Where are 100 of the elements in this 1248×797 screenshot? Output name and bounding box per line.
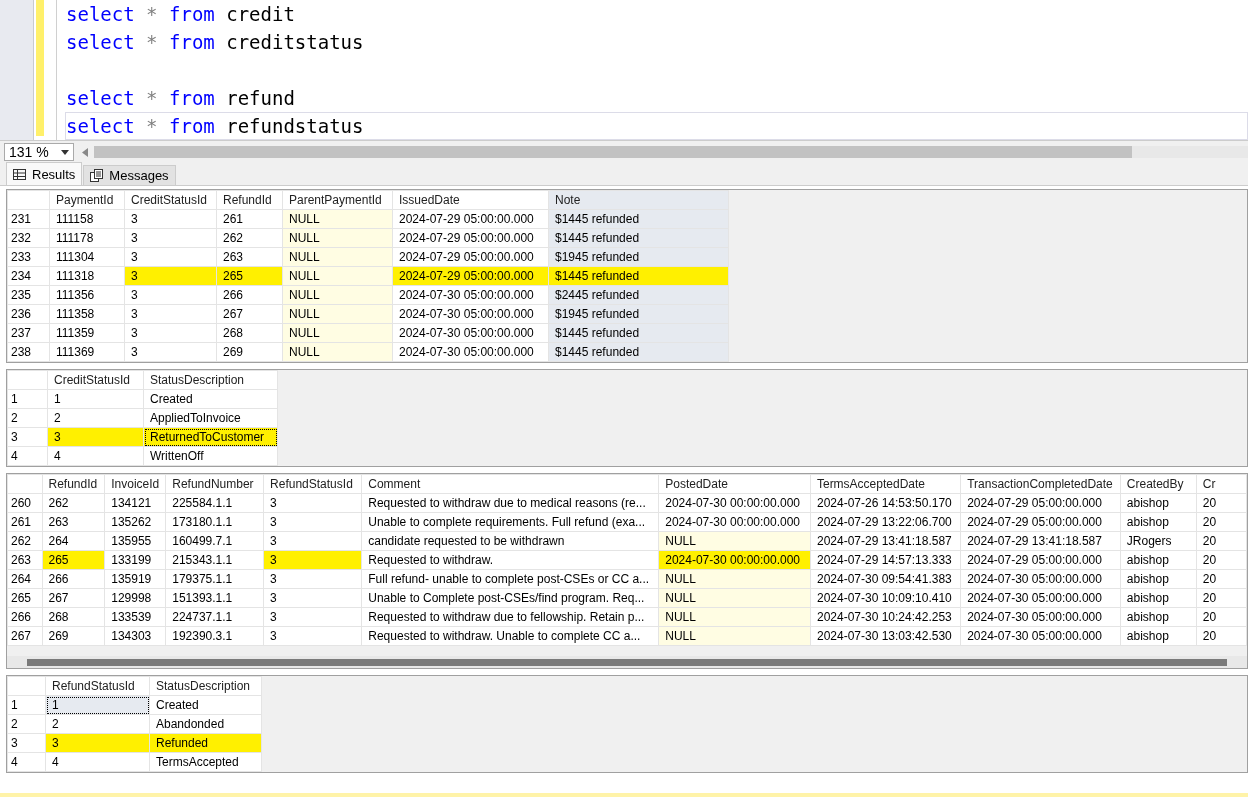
row-number: 1 — [7, 389, 48, 409]
table-cell: 20 — [1196, 531, 1247, 551]
row-number: 264 — [7, 569, 42, 589]
table-cell: 4 — [45, 752, 150, 772]
table-cell: 111318 — [49, 266, 125, 286]
column-header[interactable]: Note — [548, 190, 729, 210]
table-cell: 3 — [124, 342, 217, 362]
column-header[interactable]: RefundId — [42, 474, 105, 494]
table-cell: Requested to withdraw. — [361, 550, 659, 570]
table-cell: 268 — [216, 323, 283, 343]
table-cell: 2024-07-29 05:00:00.000 — [392, 247, 549, 267]
table-cell: candidate requested to be withdrawn — [361, 531, 659, 551]
row-number: 4 — [7, 446, 48, 466]
column-header[interactable]: CreditStatusId — [124, 190, 217, 210]
table-cell: 20 — [1196, 588, 1247, 608]
table-cell: 2 — [47, 408, 144, 428]
column-header[interactable]: StatusDescription — [149, 676, 262, 696]
column-header[interactable]: CreditStatusId — [47, 370, 144, 390]
table-cell: 3 — [124, 304, 217, 324]
table-cell: 111369 — [49, 342, 125, 362]
table-cell: 267 — [216, 304, 283, 324]
table-cell: AppliedToInvoice — [143, 408, 278, 428]
caret-icon — [61, 149, 69, 155]
table-cell: 224737.1.1 — [165, 607, 264, 627]
scrollbar[interactable] — [94, 146, 1248, 158]
table-cell: 20 — [1196, 493, 1247, 513]
row-number: 234 — [7, 266, 50, 286]
table-cell: 266 — [42, 569, 105, 589]
table-cell: 263 — [216, 247, 283, 267]
table-cell: Abandonded — [149, 714, 262, 734]
table-cell: 135262 — [104, 512, 166, 532]
table-cell: 2024-07-30 05:00:00.000 — [960, 607, 1121, 627]
column-header[interactable]: Comment — [361, 474, 659, 494]
results-tab[interactable]: Messages — [83, 165, 176, 185]
column-header[interactable]: Cr — [1196, 474, 1247, 494]
column-header[interactable]: TermsAcceptedDate — [810, 474, 961, 494]
table-cell: 2024-07-29 05:00:00.000 — [392, 228, 549, 248]
table-cell: 2024-07-29 05:00:00.000 — [960, 550, 1121, 570]
table-cell: 2024-07-30 05:00:00.000 — [392, 304, 549, 324]
table-cell: 160499.7.1 — [165, 531, 264, 551]
column-header[interactable]: RefundStatusId — [263, 474, 362, 494]
table-cell: 2024-07-30 00:00:00.000 — [658, 512, 811, 532]
table-cell: 3 — [263, 493, 362, 513]
table-cell: 2024-07-29 05:00:00.000 — [392, 209, 549, 229]
table-cell: 129998 — [104, 588, 166, 608]
results-tab[interactable]: Results — [6, 162, 83, 185]
row-number: 232 — [7, 228, 50, 248]
column-header[interactable]: InvoiceId — [104, 474, 166, 494]
grid-icon — [13, 168, 26, 180]
code-line: select * from refund — [65, 86, 296, 111]
column-header[interactable]: PaymentId — [49, 190, 125, 210]
column-header[interactable]: TransactionCompletedDate — [960, 474, 1121, 494]
scroll-left-icon[interactable] — [82, 147, 88, 157]
table-cell: 267 — [42, 588, 105, 608]
table-cell: 111359 — [49, 323, 125, 343]
column-header[interactable]: CreatedBy — [1120, 474, 1197, 494]
table-cell: 151393.1.1 — [165, 588, 264, 608]
table-cell: 262 — [216, 228, 283, 248]
row-number: 1 — [7, 695, 46, 715]
table-cell: 2024-07-29 05:00:00.000 — [960, 493, 1121, 513]
table-cell: 2024-07-30 05:00:00.000 — [392, 323, 549, 343]
column-header[interactable]: RefundNumber — [165, 474, 264, 494]
column-header[interactable]: RefundStatusId — [45, 676, 150, 696]
table-cell: 179375.1.1 — [165, 569, 264, 589]
row-number: 267 — [7, 626, 42, 646]
column-header[interactable]: ParentPaymentId — [282, 190, 393, 210]
table-cell: 2024-07-30 05:00:00.000 — [960, 569, 1121, 589]
table-cell: 3 — [263, 607, 362, 627]
row-number: 2 — [7, 714, 46, 734]
table-cell: Requested to withdraw due to fellowship. Retain p... — [361, 607, 659, 627]
table-cell: 2024-07-30 05:00:00.000 — [960, 626, 1121, 646]
table-cell: 20 — [1196, 607, 1247, 627]
table-cell: 3 — [124, 285, 217, 305]
table-cell: abishop — [1120, 569, 1197, 589]
row-number: 237 — [7, 323, 50, 343]
table-cell: 2024-07-30 05:00:00.000 — [392, 342, 549, 362]
table-cell: Requested to withdraw. Unable to complete CC a... — [361, 626, 659, 646]
table-cell: 2024-07-30 00:00:00.000 — [658, 493, 811, 513]
table-cell: 4 — [47, 446, 144, 466]
column-header[interactable]: IssuedDate — [392, 190, 549, 210]
row-number: 238 — [7, 342, 50, 362]
column-header[interactable]: PostedDate — [658, 474, 811, 494]
row-number: 261 — [7, 512, 42, 532]
table-cell: 2024-07-30 10:24:42.253 — [810, 607, 961, 627]
row-number: 235 — [7, 285, 50, 305]
table-cell: 111356 — [49, 285, 125, 305]
column-header[interactable]: StatusDescription — [143, 370, 278, 390]
table-cell: 2024-07-29 13:41:18.587 — [960, 531, 1121, 551]
table-cell: 268 — [42, 607, 105, 627]
table-cell: 269 — [216, 342, 283, 362]
table-cell: 20 — [1196, 626, 1247, 646]
scrollbar[interactable] — [7, 656, 1247, 668]
table-cell: 3 — [263, 626, 362, 646]
table-cell: TermsAccepted — [149, 752, 262, 772]
column-header[interactable]: RefundId — [216, 190, 283, 210]
table-cell: Created — [143, 389, 278, 409]
table-cell: 3 — [124, 209, 217, 229]
zoom-dropdown[interactable]: 131 % — [4, 143, 74, 161]
table-cell: 2 — [45, 714, 150, 734]
table-cell: 173180.1.1 — [165, 512, 264, 532]
